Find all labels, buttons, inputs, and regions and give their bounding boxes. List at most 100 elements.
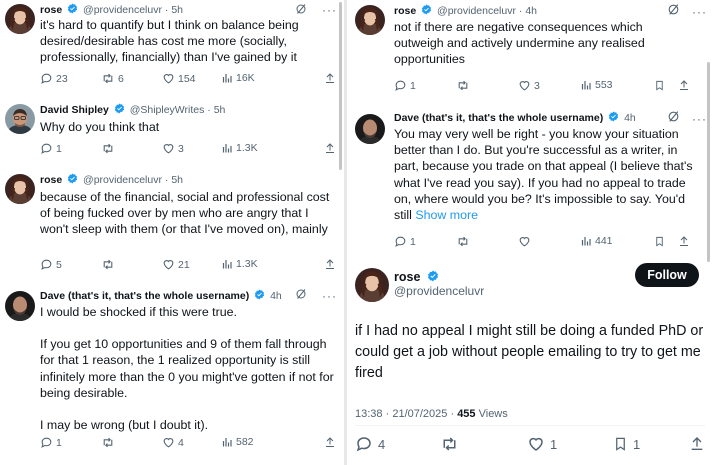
timestamp[interactable]: 5h: [214, 104, 226, 116]
more-options-icon[interactable]: ···: [322, 4, 337, 16]
author-name[interactable]: rose: [394, 5, 416, 17]
tweet-actions: 1 4 582: [40, 436, 340, 450]
author-name[interactable]: rose: [40, 4, 62, 16]
bookmark-button[interactable]: [654, 235, 665, 248]
left-thread-panel[interactable]: rose @providenceluvr · 5h ··· it's hard …: [0, 0, 342, 465]
avatar-rose[interactable]: [5, 174, 35, 204]
timestamp[interactable]: 5h: [171, 4, 183, 16]
author-name[interactable]: David Shipley: [40, 104, 109, 116]
author-name[interactable]: Dave (that's it, that's the whole userna…: [394, 112, 603, 124]
bookmark-icon: [616, 437, 625, 451]
author-handle[interactable]: @providenceluvr: [394, 284, 484, 298]
reply-button[interactable]: 1: [394, 235, 416, 248]
repost-icon: [103, 143, 113, 154]
tweet[interactable]: rose @providenceluvr · 4h ··· not if the…: [349, 0, 713, 104]
views-button[interactable]: 1.3K: [221, 258, 258, 270]
share-button[interactable]: [678, 235, 690, 248]
tweet-header: Dave (that's it, that's the whole userna…: [40, 289, 282, 303]
views-button[interactable]: 441: [580, 235, 613, 247]
tweet-header: rose @providenceluvr · 5h: [40, 173, 183, 187]
like-button[interactable]: [518, 235, 534, 248]
reply-button[interactable]: 23: [40, 72, 68, 85]
views-chart-icon: [222, 260, 232, 269]
repost-icon: [458, 236, 468, 247]
tweet-actions: 5 21 1.3K: [40, 258, 340, 272]
share-button[interactable]: [324, 142, 336, 155]
verified-badge-icon: [255, 289, 265, 300]
avatar-rose[interactable]: [5, 4, 35, 34]
more-options-icon[interactable]: ···: [322, 290, 337, 302]
main-tweet[interactable]: rose @providenceluvr Follow if I had no …: [349, 260, 713, 465]
view-count: 1.3K: [236, 258, 258, 270]
reply-button[interactable]: 1: [40, 436, 62, 449]
more-options-icon[interactable]: ···: [692, 6, 707, 18]
tweet[interactable]: rose @providenceluvr · 5h ··· it's hard …: [0, 0, 342, 96]
author-name[interactable]: rose: [40, 174, 62, 186]
bookmark-button[interactable]: 1: [613, 435, 640, 453]
author-handle[interactable]: @providenceluvr: [437, 5, 516, 17]
show-more-link[interactable]: Show more: [415, 208, 478, 222]
bookmark-button[interactable]: [654, 79, 665, 92]
verified-badge-icon: [67, 173, 78, 184]
reply-icon: [356, 437, 371, 452]
tweet[interactable]: Dave (that's it, that's the whole userna…: [349, 104, 713, 260]
like-button[interactable]: 154: [162, 72, 196, 85]
author-name[interactable]: rose: [394, 270, 420, 284]
views-button[interactable]: 582: [221, 436, 254, 448]
views-button[interactable]: 16K: [221, 72, 255, 84]
right-thread-panel[interactable]: rose @providenceluvr · 4h ··· not if the…: [349, 0, 713, 465]
share-button[interactable]: [324, 258, 336, 271]
reply-button[interactable]: 4: [355, 435, 385, 453]
author-handle[interactable]: @providenceluvr: [83, 174, 162, 186]
reply-button[interactable]: 1: [40, 142, 62, 155]
reply-count: 1: [56, 436, 62, 449]
tweet-date[interactable]: 21/07/2025: [392, 408, 447, 420]
share-button[interactable]: [324, 436, 336, 449]
more-options-icon[interactable]: ···: [692, 113, 707, 125]
tweet-time[interactable]: 13:38: [355, 408, 383, 420]
scrollbar-thumb[interactable]: [707, 62, 710, 262]
like-button[interactable]: 4: [162, 436, 184, 449]
like-button[interactable]: 3: [162, 142, 184, 155]
avatar-david-shipley[interactable]: [5, 104, 35, 134]
author-handle[interactable]: @providenceluvr: [83, 4, 162, 16]
repost-button[interactable]: [456, 235, 473, 248]
timestamp[interactable]: 5h: [171, 174, 183, 186]
repost-button[interactable]: [440, 435, 464, 453]
timestamp[interactable]: 4h: [525, 5, 537, 17]
like-button[interactable]: 21: [162, 258, 190, 271]
heart-icon: [163, 260, 174, 270]
avatar-dave[interactable]: [5, 291, 35, 321]
share-button[interactable]: [689, 435, 705, 453]
repost-button[interactable]: [101, 142, 118, 155]
author-handle[interactable]: @ShipleyWrites: [130, 104, 205, 116]
repost-button[interactable]: [101, 436, 118, 449]
share-icon: [326, 73, 334, 83]
timestamp[interactable]: 4h: [624, 112, 636, 124]
share-button[interactable]: [678, 79, 690, 92]
grok-icon[interactable]: [295, 287, 307, 305]
share-button[interactable]: [324, 72, 336, 85]
avatar-rose[interactable]: [355, 5, 385, 35]
views-button[interactable]: 553: [580, 79, 613, 91]
tweet[interactable]: Dave (that's it, that's the whole userna…: [0, 282, 342, 465]
like-button[interactable]: 1: [527, 435, 557, 453]
author-name[interactable]: Dave (that's it, that's the whole userna…: [40, 290, 249, 302]
view-count: 553: [595, 79, 613, 91]
like-button[interactable]: 3: [518, 79, 540, 92]
follow-button[interactable]: Follow: [635, 263, 699, 287]
tweet-meta: 13:38 · 21/07/2025 · 455 Views: [355, 408, 508, 420]
views-button[interactable]: 1.3K: [221, 142, 258, 154]
scrollbar-thumb[interactable]: [339, 2, 342, 170]
reply-button[interactable]: 5: [40, 258, 62, 271]
avatar-dave[interactable]: [355, 114, 385, 144]
repost-button[interactable]: [101, 258, 118, 271]
avatar-rose[interactable]: [355, 268, 389, 302]
reply-button[interactable]: 1: [394, 79, 416, 92]
reply-icon: [41, 73, 52, 84]
repost-button[interactable]: [456, 79, 473, 92]
repost-button[interactable]: 6: [101, 72, 124, 85]
tweet[interactable]: rose @providenceluvr · 5h because of the…: [0, 166, 342, 282]
tweet[interactable]: David Shipley @ShipleyWrites · 5h Why do…: [0, 96, 342, 166]
timestamp[interactable]: 4h: [270, 290, 282, 302]
